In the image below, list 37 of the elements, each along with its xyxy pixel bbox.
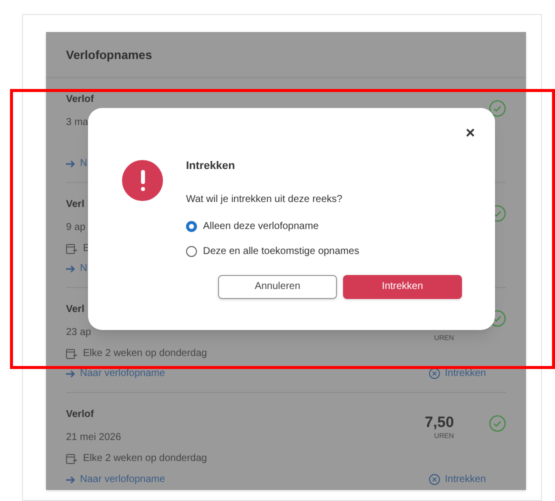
recurrence-text: Elke 2 weken op donderdag: [83, 452, 207, 466]
entry-date: 21 mei 2026: [66, 431, 122, 445]
withdraw-link[interactable]: Intrekken: [428, 472, 486, 487]
hours-value: 7,50: [424, 415, 454, 430]
radio-label: Alleen deze verlofopname: [203, 220, 319, 234]
view-leave-link[interactable]: N: [66, 156, 88, 171]
arrow-right-icon: [66, 160, 75, 168]
radio-button[interactable]: [186, 246, 197, 256]
cancel-button[interactable]: Annuleren: [218, 274, 337, 298]
arrow-right-icon: [66, 476, 75, 484]
close-circle-icon: [428, 368, 440, 379]
radio-button[interactable]: [186, 220, 197, 232]
entry-date: 23 ap: [66, 326, 92, 340]
entry-type: Verl: [66, 198, 84, 212]
dialog-question: Wat wil je intrekken uit deze reeks?: [186, 192, 342, 206]
view-leave-link[interactable]: Naar verlofopname: [66, 472, 166, 487]
card-title: Verlofopnames: [66, 46, 152, 64]
view-leave-link[interactable]: N: [66, 261, 88, 276]
arrow-right-icon: [66, 264, 75, 272]
arrow-right-icon: [66, 370, 75, 378]
close-button[interactable]: ×: [466, 126, 475, 142]
withdraw-button[interactable]: Intrekken: [343, 274, 462, 298]
dialog-title: Intrekken: [186, 159, 235, 174]
entry-type: Verl: [66, 303, 84, 317]
view-leave-link[interactable]: Naar verlofopname: [66, 366, 166, 381]
calendar-repeat-icon: [66, 453, 77, 464]
entry-type: Verlof: [66, 93, 94, 107]
radio-label: Deze en alle toekomstige opnames: [203, 244, 360, 258]
entry-date: 3 ma: [66, 116, 88, 130]
calendar-repeat-icon: [66, 243, 77, 254]
close-circle-icon: [428, 474, 440, 485]
calendar-repeat-icon: [66, 348, 77, 359]
alert-icon: [122, 160, 163, 201]
withdraw-link[interactable]: Intrekken: [428, 366, 486, 381]
entry-date: 9 ap: [66, 221, 86, 235]
entry-type: Verlof: [66, 408, 94, 422]
recurrence-text: Elke 2 weken op donderdag: [83, 347, 207, 361]
